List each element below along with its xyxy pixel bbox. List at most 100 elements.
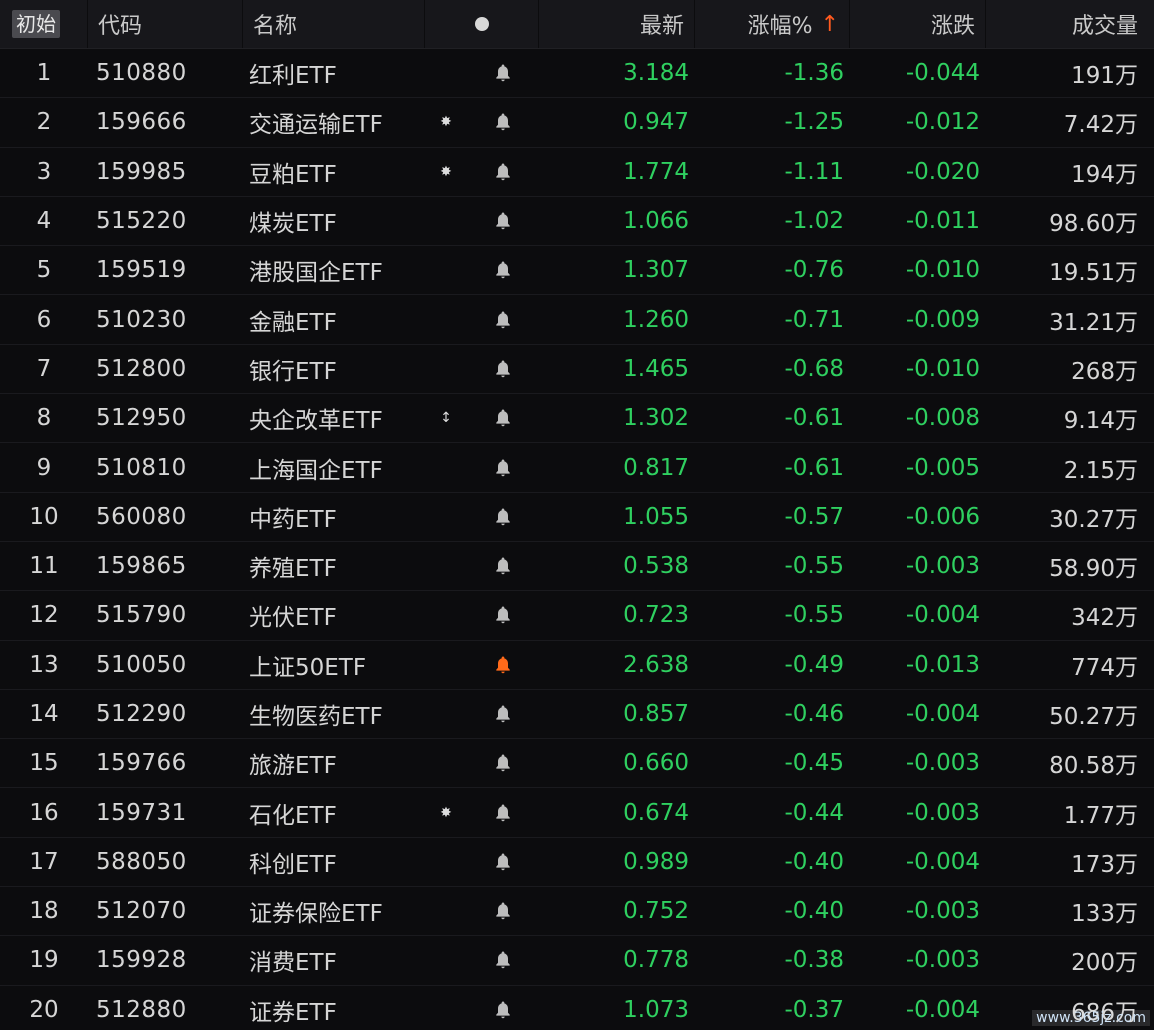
change-amount: -0.010: [905, 257, 980, 284]
bell-icon[interactable]: [467, 345, 539, 393]
volume: 2.15万: [1063, 457, 1138, 484]
bell-icon[interactable]: [467, 986, 539, 1030]
table-row[interactable]: 19 159928 消费ETF 0.778 -0.38 -0.003 200万: [0, 936, 1154, 986]
bell-icon[interactable]: [467, 788, 539, 836]
table-row[interactable]: 18 512070 证券保险ETF 0.752 -0.40 -0.003 133万: [0, 887, 1154, 937]
table-row[interactable]: 12 515790 光伏ETF 0.723 -0.55 -0.004 342万: [0, 591, 1154, 641]
bell-icon[interactable]: [467, 838, 539, 886]
bell-icon[interactable]: [467, 394, 539, 442]
bell-icon[interactable]: [467, 591, 539, 639]
change-percent: -0.38: [784, 947, 844, 974]
table-row[interactable]: 8 512950 央企改革ETF ↕ 1.302 -0.61 -0.008 9.14万: [0, 394, 1154, 444]
row-index: 14: [29, 701, 59, 727]
change-percent: -0.44: [784, 799, 844, 826]
row-index: 10: [29, 503, 59, 530]
bell-icon[interactable]: [467, 148, 539, 196]
mark-empty: [425, 493, 467, 541]
table-row[interactable]: 13 510050 上证50ETF 2.638 -0.49 -0.013 774万: [0, 641, 1154, 690]
row-index: 3: [36, 158, 52, 185]
change-percent: -0.37: [784, 996, 844, 1023]
change-percent: -0.55: [784, 602, 844, 629]
table-row[interactable]: 1 510880 红利ETF 3.184 -1.36 -0.044 191万: [0, 49, 1154, 99]
table-header: 初始 代码 名称 最新 涨幅% ↑ 涨跌 成交量: [0, 0, 1154, 49]
bell-icon[interactable]: [467, 49, 539, 97]
table-row[interactable]: 2 159666 交通运输ETF ✸ 0.947 -1.25 -0.012 7.42万: [0, 98, 1154, 148]
burst-icon: ✸: [440, 163, 452, 180]
etf-name: 上证50ETF: [249, 654, 367, 681]
change-amount: -0.044: [905, 60, 980, 87]
table-row[interactable]: 16 159731 石化ETF ✸ 0.674 -0.44 -0.003 1.77万: [0, 788, 1154, 838]
etf-code: 510050: [96, 651, 187, 678]
header-code[interactable]: 代码: [88, 0, 243, 48]
updown-icon: ↕: [440, 410, 452, 427]
bell-icon[interactable]: [467, 641, 539, 689]
mark-empty: [425, 936, 467, 984]
etf-code: 515220: [96, 208, 187, 235]
bell-icon[interactable]: [467, 887, 539, 935]
header-change[interactable]: 涨跌: [850, 0, 986, 48]
change-amount: -0.003: [905, 750, 980, 777]
table-body: 1 510880 红利ETF 3.184 -1.36 -0.044 191万 2 159666 交…: [0, 49, 1154, 1030]
mark-empty: [425, 197, 467, 245]
latest-price: 1.260: [623, 306, 689, 333]
table-row[interactable]: 10 560080 中药ETF 1.055 -0.57 -0.006 30.27万: [0, 493, 1154, 542]
etf-name: 旅游ETF: [249, 753, 337, 780]
header-name[interactable]: 名称: [243, 0, 425, 48]
etf-code: 510810: [96, 454, 187, 481]
latest-price: 0.857: [623, 701, 689, 727]
table-row[interactable]: 20 512880 证券ETF 1.073 -0.37 -0.004 686万: [0, 986, 1154, 1030]
etf-code: 159731: [96, 799, 187, 826]
bell-icon[interactable]: [467, 936, 539, 984]
table-row[interactable]: 3 159985 豆粕ETF ✸ 1.774 -1.11 -0.020 194万: [0, 148, 1154, 197]
bell-icon[interactable]: [467, 295, 539, 343]
table-row[interactable]: 6 510230 金融ETF 1.260 -0.71 -0.009 31.21万: [0, 295, 1154, 345]
latest-price: 0.660: [623, 750, 689, 777]
etf-code: 159985: [96, 158, 187, 185]
volume: 9.14万: [1063, 408, 1138, 435]
volume: 194万: [1071, 161, 1138, 188]
header-latest[interactable]: 最新: [539, 0, 695, 48]
change-percent: -0.71: [784, 306, 844, 333]
etf-code: 159865: [96, 553, 187, 580]
bell-icon[interactable]: [467, 739, 539, 787]
row-index: 15: [29, 750, 59, 777]
change-percent: -0.45: [784, 750, 844, 777]
bell-icon[interactable]: [467, 443, 539, 491]
etf-name: 消费ETF: [249, 950, 337, 977]
etf-name: 银行ETF: [249, 358, 337, 385]
table-row[interactable]: 15 159766 旅游ETF 0.660 -0.45 -0.003 80.58万: [0, 739, 1154, 789]
header-alert-column[interactable]: [425, 0, 539, 48]
etf-name: 石化ETF: [249, 802, 337, 829]
change-amount: -0.004: [905, 602, 980, 629]
mark-empty: [425, 295, 467, 343]
change-percent: -0.49: [784, 651, 844, 678]
bell-icon[interactable]: [467, 246, 539, 294]
latest-price: 3.184: [623, 60, 689, 87]
latest-price: 1.465: [623, 355, 689, 382]
mark-empty: [425, 49, 467, 97]
table-row[interactable]: 17 588050 科创ETF 0.989 -0.40 -0.004 173万: [0, 838, 1154, 888]
mark-empty: [425, 345, 467, 393]
row-index: 17: [29, 848, 59, 875]
etf-name: 中药ETF: [249, 506, 337, 533]
bell-icon[interactable]: [467, 493, 539, 541]
table-row[interactable]: 7 512800 银行ETF 1.465 -0.68 -0.010 268万: [0, 345, 1154, 395]
header-volume[interactable]: 成交量: [986, 0, 1154, 48]
bell-icon[interactable]: [467, 98, 539, 146]
table-row[interactable]: 4 515220 煤炭ETF 1.066 -1.02 -0.011 98.60万: [0, 197, 1154, 247]
table-row[interactable]: 14 512290 生物医药ETF 0.857 -0.46 -0.004 50.27万: [0, 690, 1154, 740]
etf-name: 金融ETF: [249, 309, 337, 336]
mark-empty: [425, 641, 467, 689]
etf-quote-table: 初始 代码 名称 最新 涨幅% ↑ 涨跌 成交量 1 510880 红利ETF 3.1…: [0, 0, 1154, 1030]
reset-order-button[interactable]: 初始: [12, 10, 60, 38]
bell-icon[interactable]: [467, 690, 539, 738]
bell-icon[interactable]: [467, 197, 539, 245]
row-index: 18: [29, 898, 59, 925]
table-row[interactable]: 5 159519 港股国企ETF 1.307 -0.76 -0.010 19.51万: [0, 246, 1154, 296]
table-row[interactable]: 11 159865 养殖ETF 0.538 -0.55 -0.003 58.90万: [0, 542, 1154, 592]
table-row[interactable]: 9 510810 上海国企ETF 0.817 -0.61 -0.005 2.15万: [0, 443, 1154, 493]
header-change-pct[interactable]: 涨幅% ↑: [695, 0, 850, 48]
latest-price: 0.817: [623, 454, 689, 481]
volume: 173万: [1071, 851, 1138, 878]
bell-icon[interactable]: [467, 542, 539, 590]
